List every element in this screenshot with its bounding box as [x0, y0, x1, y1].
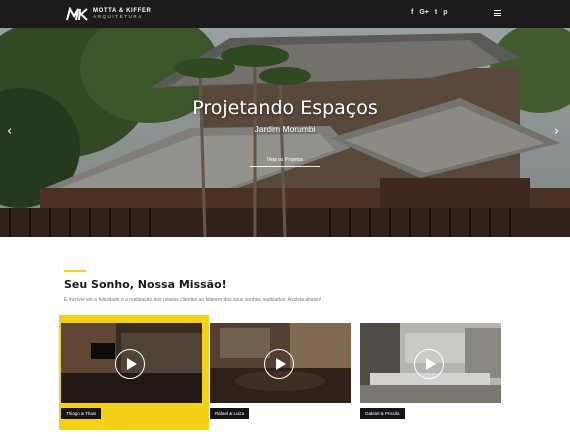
mk-logo-icon: [66, 6, 90, 21]
brand-tagline: ARQUITETURA: [93, 14, 143, 20]
google-plus-icon[interactable]: G+: [419, 9, 429, 16]
video-card-2-label: Rafael & Luiza: [210, 408, 250, 419]
play-icon[interactable]: [264, 349, 294, 379]
brand-logo[interactable]: MOTTA & KIFFER ARQUITETURA: [66, 5, 151, 23]
video-card-3[interactable]: [360, 323, 501, 403]
play-icon[interactable]: [414, 349, 444, 379]
video-card-1[interactable]: [61, 323, 202, 403]
pinterest-icon[interactable]: p: [443, 9, 447, 16]
play-icon[interactable]: [115, 349, 145, 379]
section-description: É incrível ver a felicidade e a realizaç…: [64, 297, 322, 303]
hero-subtitle: Jardim Morumbi: [254, 124, 316, 134]
chevron-left-icon[interactable]: ‹: [7, 124, 12, 139]
video-card-1-label: Thiago & Thais: [61, 408, 102, 419]
twitter-icon[interactable]: t: [435, 9, 437, 16]
view-projects-button[interactable]: Veja os Projetos: [250, 153, 320, 167]
social-links: f G+ t p: [411, 9, 448, 16]
section-title: Seu Sonho, Nossa Missão!: [64, 278, 227, 291]
video-card-3-label: Gabriel & Priscila: [360, 408, 405, 419]
hamburger-menu-icon[interactable]: [494, 10, 501, 16]
chevron-right-icon[interactable]: ›: [554, 124, 559, 139]
top-navigation-bar: MOTTA & KIFFER ARQUITETURA f G+ t p: [0, 0, 570, 28]
video-card-2[interactable]: [210, 323, 351, 403]
facebook-icon[interactable]: f: [411, 9, 413, 16]
hero-title: Projetando Espaços: [192, 97, 378, 119]
hero-slider: Projetando Espaços Jardim Morumbi Veja o…: [0, 28, 570, 237]
section-accent-divider: [64, 270, 86, 272]
